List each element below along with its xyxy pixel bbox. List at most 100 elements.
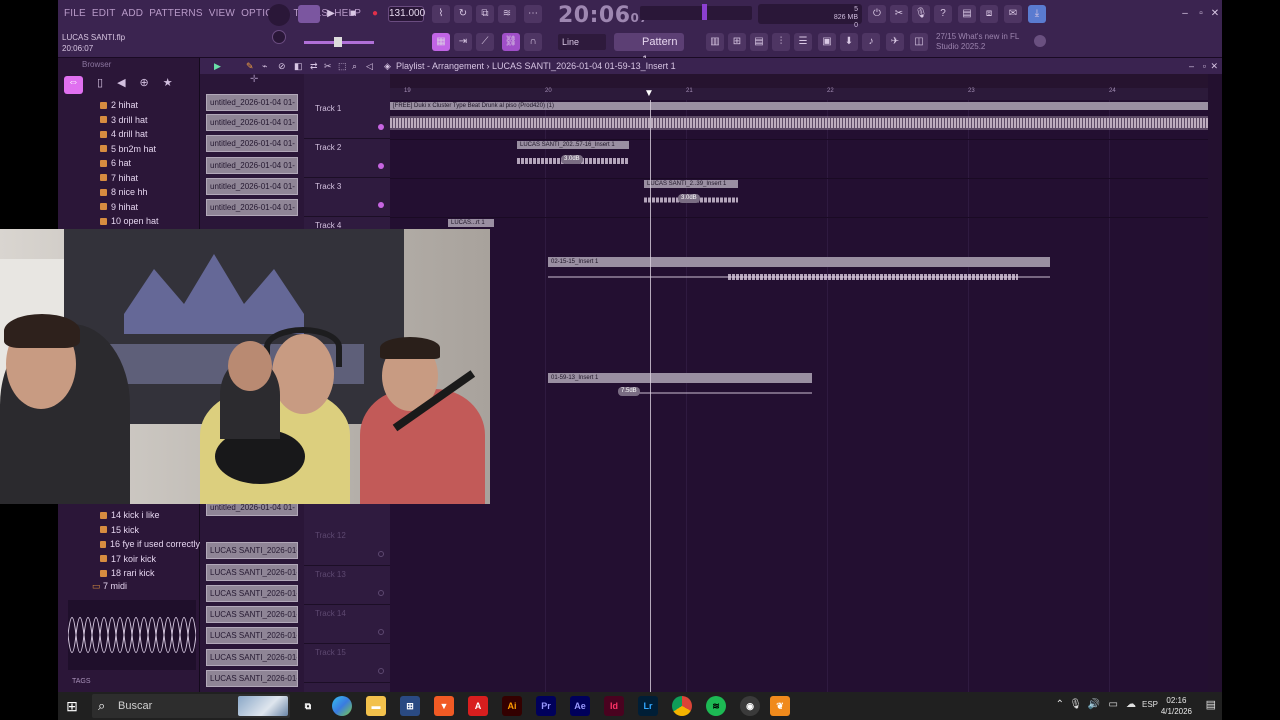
master-volume-handle[interactable] [334, 37, 342, 47]
pattern-select[interactable]: Pattern 1 [614, 33, 684, 66]
track-mute-led[interactable] [378, 590, 384, 596]
browser-file-item[interactable]: 10 open hat [100, 214, 200, 229]
mute-tool-icon[interactable]: ◧ [294, 58, 303, 74]
microphone-icon[interactable]: 🎙 [912, 5, 930, 23]
news-icon[interactable]: ◫ [910, 33, 928, 51]
clip-source-button[interactable]: untitled_2026-01-04 01- [206, 114, 298, 131]
track-header[interactable]: Track 12 [304, 527, 390, 566]
record-button[interactable]: ● [366, 5, 384, 23]
audio-clip[interactable]: LUCAS SANTI_202..57-16_Insert 1 3.0dB [517, 141, 629, 175]
taskbar-search[interactable]: ⌕ Buscar [92, 694, 290, 718]
track-mute-led[interactable] [378, 629, 384, 635]
playlist-play-icon[interactable]: ▶ [214, 58, 221, 74]
clip-source-button[interactable]: untitled_2026-01-04 01- [206, 178, 298, 195]
zoom-tool-icon[interactable]: ⌕ [352, 58, 357, 74]
playlist-close-icon[interactable]: ✕ [1210, 58, 1218, 74]
browser-folder-item[interactable]: ▭ 7 midi [92, 581, 127, 592]
browser-file-item[interactable]: 3 drill hat [100, 113, 200, 128]
browser-file-item[interactable]: 17 koir kick [100, 552, 200, 567]
track-mute-led[interactable] [378, 163, 384, 169]
microphone-tray-icon[interactable]: 🎙 [1069, 699, 1082, 710]
browser-file-item[interactable]: 4 drill hat [100, 127, 200, 142]
browser-back-icon[interactable]: ◀ [117, 76, 125, 94]
illustrator-icon[interactable]: Ai [502, 696, 522, 716]
clip-source-button[interactable]: LUCAS SANTI_2026-01-04. [206, 542, 298, 559]
track-mute-led[interactable] [378, 551, 384, 557]
lightroom-icon[interactable]: Lr [638, 696, 658, 716]
premiere-icon[interactable]: Pr [536, 696, 556, 716]
metronome-icon[interactable]: ⌇ [432, 5, 450, 23]
menu-patterns[interactable]: PATTERNS [149, 8, 202, 19]
browser-file-item[interactable]: 15 kick [100, 523, 200, 538]
clip-source-button[interactable]: LUCAS SANTI_2026-01-04. [206, 649, 298, 666]
browser-file-item[interactable]: 5 bn2m hat [100, 142, 200, 157]
playlist-scrollbar[interactable] [390, 74, 1208, 88]
piano-roll-icon[interactable]: ▤ [750, 33, 768, 51]
browser-file-item[interactable]: 16 fye if used correctly [100, 537, 200, 552]
close-icon[interactable]: ✕ [1206, 5, 1222, 23]
audio-clip[interactable]: 02-15-15_Insert 1 [548, 257, 1050, 287]
slice-tool-icon[interactable]: ✂ [324, 58, 332, 74]
language-indicator[interactable]: ESP [1142, 700, 1158, 709]
browser-icon[interactable]: ☰ [794, 33, 812, 51]
clip-source-button[interactable]: LUCAS SANTI_2026-01-04. [206, 585, 298, 602]
playlist-grid[interactable]: 19 20 21 22 23 24 [FREE] Duki x Cluster … [390, 74, 1208, 692]
audio-clip[interactable]: LUCAS SANTI_2..39_Insert 1 3.0dB [644, 180, 738, 214]
chrome-icon[interactable] [672, 696, 692, 716]
cloud-icon[interactable]: ☁ [1126, 699, 1136, 710]
track-mute-led[interactable] [378, 202, 384, 208]
plugin-db-icon[interactable]: ⬇ [840, 33, 858, 51]
audio-clip[interactable]: 01-59-13_Insert 1 7.5dB [548, 373, 812, 403]
obs-icon[interactable]: ◉ [740, 696, 760, 716]
browser-plugin-tab-icon[interactable]: ⊕ [140, 76, 149, 94]
draw-tool-icon[interactable]: ✎ [246, 58, 254, 74]
track-header[interactable]: Track 13 [304, 566, 390, 605]
eq-icon[interactable]: ⫶ [772, 33, 790, 51]
track-mute-led[interactable] [378, 124, 384, 130]
blend-notes-icon[interactable]: ≋ [498, 5, 516, 23]
store-icon[interactable]: ⊞ [400, 696, 420, 716]
clip-source-button[interactable]: LUCAS SANTI_2026-01-04. [206, 670, 298, 687]
after-effects-icon[interactable]: Ae [570, 696, 590, 716]
render-icon[interactable]: ✈ [886, 33, 904, 51]
audio-clip[interactable]: LUCAS...rt 1 [448, 219, 494, 229]
browser-file-item[interactable]: 7 hihat [100, 171, 200, 186]
pat-song-toggle[interactable] [268, 4, 290, 26]
delete-tool-icon[interactable]: ⊘ [278, 58, 286, 74]
track-header[interactable]: Track 15 [304, 644, 390, 683]
clip-source-button[interactable]: LUCAS SANTI_2026-01-04. [206, 606, 298, 623]
chevron-up-icon[interactable]: ⌃ [1056, 699, 1064, 710]
audio-clip[interactable]: [FREE] Duki x Cluster Type Beat Drunk al… [390, 102, 1208, 138]
browser-favorites-icon[interactable]: ★ [163, 76, 173, 94]
playlist-view-icon[interactable]: ▦ [432, 33, 450, 51]
clip-source-button[interactable]: LUCAS SANTI_2026-01-04. [206, 627, 298, 644]
snap-select[interactable]: Line [558, 34, 606, 50]
mixer-icon[interactable]: ▥ [706, 33, 724, 51]
song-position-clock[interactable]: 20:0607 [558, 3, 648, 28]
clip-source-button[interactable]: untitled_2026-01-04 01- [206, 199, 298, 216]
network-icon[interactable]: ▭ [1109, 699, 1118, 710]
news-settings-icon[interactable] [1034, 35, 1046, 47]
indesign-icon[interactable]: Id [604, 696, 624, 716]
fl-studio-icon[interactable]: ❦ [770, 696, 790, 716]
browser-file-item[interactable]: 9 hihat [100, 200, 200, 215]
windows-start-icon[interactable]: ⊞ [62, 696, 82, 716]
paint-tool-icon[interactable]: ⌁ [262, 58, 267, 74]
link-icon[interactable]: ⛓ [502, 33, 520, 51]
browser-file-item[interactable]: 2 hihat [100, 98, 200, 113]
plugin-icon[interactable]: ⧈ [980, 5, 998, 23]
menu-file[interactable]: FILE [64, 8, 86, 19]
taskbar-clock[interactable]: 02:16 4/1/2026 [1161, 695, 1192, 717]
cut-icon[interactable]: ✂ [890, 5, 908, 23]
chat-icon[interactable]: ✉ [1004, 5, 1022, 23]
song-mode-button[interactable] [298, 5, 320, 23]
save-icon[interactable]: ▤ [958, 5, 976, 23]
slip-tool-icon[interactable]: ⇄ [310, 58, 318, 74]
step-edit-icon[interactable]: ⧉ [476, 5, 494, 23]
track-header[interactable]: Track 3 [304, 178, 390, 217]
download-icon[interactable]: ⤓ [1028, 5, 1046, 23]
brave-icon[interactable]: ▼ [434, 696, 454, 716]
help-icon[interactable]: ? [934, 5, 952, 23]
clip-source-button[interactable]: untitled_2026-01-04 01- [206, 135, 298, 152]
clip-source-button[interactable]: untitled_2026-01-04 01- [206, 94, 298, 111]
